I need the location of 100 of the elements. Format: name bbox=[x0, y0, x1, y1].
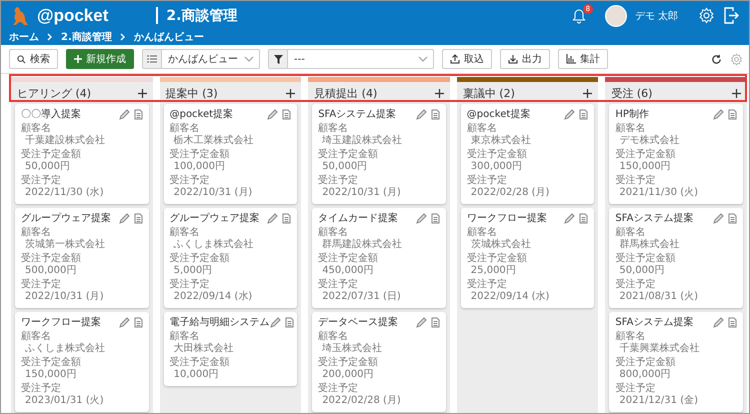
pencil-icon[interactable] bbox=[118, 212, 130, 224]
column-title: ヒアリング (4) bbox=[17, 86, 92, 100]
field-label: 顧客名 bbox=[466, 123, 498, 134]
field-value: 2022/09/14 (水) bbox=[172, 291, 254, 303]
document-icon[interactable] bbox=[282, 108, 292, 120]
deal-card[interactable]: ワークフロー提案 顧客名 茨城株式会社 受注予定金額 25,000円 受注予定 2022/09/14 (水) bbox=[460, 208, 594, 308]
field-label: 受注予定金額 bbox=[318, 357, 380, 369]
pencil-icon[interactable] bbox=[416, 212, 427, 224]
field-value: 50,000円 bbox=[618, 265, 666, 277]
field-label: 受注予定金額 bbox=[615, 253, 676, 265]
document-icon[interactable] bbox=[728, 108, 737, 120]
pencil-icon[interactable] bbox=[416, 316, 427, 328]
deal-card[interactable]: グループウェア提案 顧客名 茨城第一株式会社 受注予定金額 500,000円 受注予定 2022/10/31 (月) bbox=[15, 208, 149, 308]
pencil-icon[interactable] bbox=[564, 108, 576, 120]
deal-card[interactable]: SFAシステム提案 顧客名 群馬株式会社 受注予定金額 50,000円 受注予定 2021/08/31 (火) bbox=[609, 208, 743, 308]
field-value: 2022/11/30 (水) bbox=[24, 187, 105, 199]
document-icon[interactable] bbox=[430, 316, 440, 328]
field-label: 顧客名 bbox=[21, 331, 52, 343]
document-icon[interactable] bbox=[282, 212, 292, 224]
export-button[interactable]: 出力 bbox=[500, 49, 550, 69]
add-icon[interactable] bbox=[732, 88, 741, 98]
create-button[interactable]: 新規作成 bbox=[66, 49, 134, 69]
document-icon[interactable] bbox=[579, 212, 588, 224]
field-value: 100,000円 bbox=[172, 161, 226, 173]
field-label: 顧客名 bbox=[318, 227, 350, 238]
add-icon[interactable] bbox=[286, 88, 296, 98]
column-title: 稟議中 (2) bbox=[462, 86, 515, 100]
pencil-icon[interactable] bbox=[713, 212, 724, 224]
deal-card[interactable]: ワークフロー提案 顧客名 ふくしま株式会社 受注予定金額 150,000円 受注予定 2023/01/31 (火) bbox=[15, 312, 149, 412]
filter-select[interactable]: --- bbox=[268, 49, 434, 69]
document-icon[interactable] bbox=[134, 108, 143, 120]
card-title: SFAシステム提案 bbox=[615, 212, 694, 225]
summary-button[interactable]: 集計 bbox=[558, 49, 608, 69]
document-icon[interactable] bbox=[728, 316, 737, 328]
document-icon[interactable] bbox=[430, 108, 440, 120]
field-value: 2022/09/14 (水) bbox=[470, 291, 550, 303]
document-icon[interactable] bbox=[579, 108, 588, 120]
refresh-icon[interactable] bbox=[711, 54, 722, 64]
field-value: 200,000円 bbox=[321, 369, 375, 381]
deal-card[interactable]: タイムカード提案 顧客名 群馬建設株式会社 受注予定金額 450,000円 受注予定 2022/07/31 (日) bbox=[312, 208, 446, 308]
settings-icon[interactable] bbox=[730, 52, 743, 66]
field-value: 10,000円 bbox=[172, 369, 220, 381]
field-value: 東京株式会社 bbox=[470, 135, 532, 147]
pencil-icon[interactable] bbox=[564, 212, 576, 224]
document-icon[interactable] bbox=[134, 316, 143, 328]
pencil-icon[interactable] bbox=[416, 108, 427, 120]
deal-card[interactable]: グループウェア提案 顧客名 ふくしま株式会社 受注予定金額 5,000円 受注予定 2022/09/14 (水) bbox=[164, 208, 298, 308]
pencil-icon[interactable] bbox=[267, 108, 278, 120]
deal-card[interactable]: SFAシステム提案 顧客名 千葉興業株式会社 受注予定金額 800,000円 受注予定 2021/12/31 (金) bbox=[609, 312, 743, 412]
card-title: タイムカード提案 bbox=[318, 212, 398, 225]
field-value: 2023/01/31 (火) bbox=[24, 395, 105, 407]
field-value: 2022/02/28 (月) bbox=[470, 187, 550, 199]
field-label: 顧客名 bbox=[170, 123, 201, 134]
field-value: 大田株式会社 bbox=[172, 343, 235, 355]
user-name[interactable]: デモ 太郎 bbox=[634, 8, 678, 22]
pencil-icon[interactable] bbox=[713, 108, 724, 120]
view-select[interactable]: かんばんビュー bbox=[142, 49, 260, 69]
search-button[interactable]: 検索 bbox=[9, 49, 58, 69]
deal-card[interactable]: @pocket提案 顧客名 東京株式会社 受注予定金額 300,000円 受注予定 2022/02/28 (月) bbox=[460, 104, 594, 204]
logout-icon[interactable] bbox=[723, 7, 739, 24]
card-title: ワークフロー提案 bbox=[466, 212, 547, 225]
field-value: 茨城株式会社 bbox=[470, 239, 532, 251]
breadcrumb-link[interactable]: かんばんビュー bbox=[134, 30, 204, 44]
deal-card[interactable]: SFAシステム提案 顧客名 埼玉建設株式会社 受注予定金額 50,000円 受注予定 2022/10/31 (月) bbox=[312, 104, 446, 204]
bell-icon[interactable] bbox=[570, 8, 587, 24]
field-label: 受注予定 bbox=[615, 175, 656, 187]
document-icon[interactable] bbox=[430, 212, 440, 224]
field-label: 受注予定 bbox=[318, 175, 360, 187]
document-icon[interactable] bbox=[284, 316, 294, 328]
field-value: 群馬株式会社 bbox=[618, 239, 680, 251]
add-icon[interactable] bbox=[434, 88, 444, 98]
deal-card[interactable]: 電子給与明細システム 顧客名 大田株式会社 受注予定金額 10,000円 bbox=[164, 312, 298, 386]
add-icon[interactable] bbox=[138, 88, 147, 98]
deal-card[interactable]: 〇〇導入提案 顧客名 千葉建設株式会社 受注予定金額 50,000円 受注予定 2022/11/30 (水) bbox=[15, 104, 149, 204]
deal-card[interactable]: @pocket提案 顧客名 栃木工業株式会社 受注予定金額 100,000円 受注予定 2022/10/31 (月) bbox=[164, 104, 298, 204]
pencil-icon[interactable] bbox=[118, 316, 130, 328]
breadcrumb-link[interactable]: 2.商談管理 bbox=[61, 30, 112, 44]
deal-card[interactable]: HP制作 顧客名 デモ株式会社 受注予定金額 150,000円 受注予定 2021/11/30 (火) bbox=[609, 104, 743, 204]
document-icon[interactable] bbox=[134, 212, 143, 224]
pencil-icon[interactable] bbox=[118, 108, 130, 120]
field-label: 顧客名 bbox=[21, 123, 52, 134]
pencil-icon[interactable] bbox=[267, 212, 278, 224]
field-label: 受注予定金額 bbox=[170, 149, 231, 161]
add-icon[interactable] bbox=[583, 88, 592, 98]
field-value: 2022/10/31 (月) bbox=[24, 291, 105, 303]
field-label: 受注予定 bbox=[170, 279, 211, 291]
import-button[interactable]: 取込 bbox=[442, 49, 492, 69]
field-value: 埼玉建設株式会社 bbox=[321, 135, 404, 147]
deal-card[interactable]: データベース提案 顧客名 埼玉株式会社 受注予定金額 200,000円 受注予定 2022/02/28 (月) bbox=[312, 312, 446, 412]
pencil-icon[interactable] bbox=[713, 316, 724, 328]
field-value: 25,000円 bbox=[470, 265, 517, 277]
card-title: @pocket提案 bbox=[170, 108, 234, 121]
field-label: 顧客名 bbox=[318, 331, 350, 342]
field-value: 2021/11/30 (火) bbox=[618, 187, 700, 199]
field-value: 50,000円 bbox=[321, 161, 368, 173]
filter-icon bbox=[274, 54, 282, 64]
breadcrumb-link[interactable]: ホーム bbox=[9, 30, 39, 44]
field-label: 受注予定金額 bbox=[466, 253, 528, 265]
pencil-icon[interactable] bbox=[270, 316, 281, 328]
document-icon[interactable] bbox=[728, 212, 737, 224]
